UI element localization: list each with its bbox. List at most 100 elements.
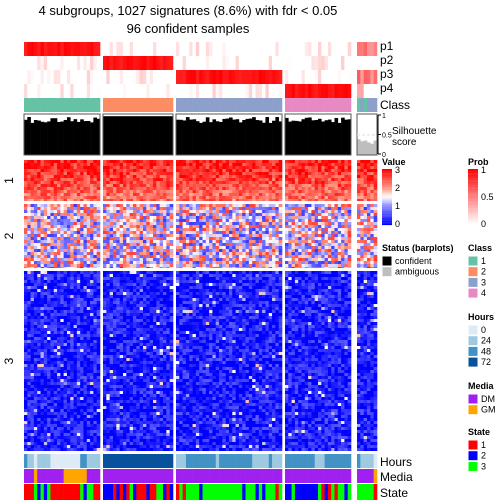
- heatmap-cell: [96, 352, 101, 356]
- heatmap-cell: [133, 184, 137, 188]
- heatmap-cell: [182, 448, 187, 451]
- heatmap-cell: [156, 436, 160, 440]
- heatmap-cell: [43, 175, 48, 179]
- heatmap-cell: [83, 274, 88, 278]
- heatmap-cell: [133, 409, 137, 413]
- heatmap-cell: [50, 415, 55, 419]
- heatmap-cell: [63, 231, 68, 235]
- heatmap-cell: [163, 403, 167, 407]
- heatmap-cell: [129, 196, 134, 200]
- heatmap-cell: [109, 280, 114, 284]
- heatmap-cell: [123, 243, 127, 247]
- heatmap-cell: [126, 379, 130, 383]
- heatmap-cell: [126, 349, 130, 353]
- heatmap-cell: [27, 271, 31, 275]
- heatmap-cell: [86, 184, 91, 188]
- heatmap-cell: [50, 436, 55, 440]
- heatmap-cell: [109, 181, 114, 185]
- heatmap-cell: [133, 199, 137, 201]
- heatmap-cell: [119, 187, 124, 191]
- heatmap-cell: [63, 415, 68, 419]
- heatmap-cell: [116, 337, 120, 341]
- heatmap-cell: [133, 234, 137, 238]
- heatmap-cell: [139, 448, 144, 451]
- heatmap-cell: [57, 178, 61, 182]
- heatmap-cell: [185, 286, 190, 290]
- media-cell: [113, 469, 117, 483]
- silhouette-bar: [70, 121, 74, 155]
- prob-cell-p2: [109, 56, 114, 70]
- heatmap-cell: [43, 400, 48, 404]
- heatmap-cell: [126, 343, 130, 347]
- heatmap-cell: [76, 349, 81, 353]
- heatmap-cell: [47, 340, 51, 344]
- heatmap-cell: [27, 255, 31, 259]
- heatmap-cell: [179, 172, 183, 176]
- class-cell: [30, 98, 35, 112]
- heatmap-cell: [149, 234, 154, 238]
- heatmap-cell: [133, 421, 137, 425]
- heatmap-cell: [176, 337, 180, 341]
- heatmap-cell: [76, 322, 81, 326]
- heatmap-cell: [66, 346, 71, 350]
- heatmap-cell: [139, 397, 144, 401]
- heatmap-cell: [109, 193, 114, 197]
- heatmap-cell: [73, 313, 78, 317]
- media-cell: [149, 469, 154, 483]
- heatmap-cell: [109, 231, 114, 235]
- heatmap-cell: [116, 283, 120, 287]
- heatmap-cell: [80, 343, 84, 347]
- heatmap-cell: [163, 204, 167, 208]
- heatmap-cell: [126, 169, 130, 173]
- heatmap-cell: [123, 334, 127, 338]
- heatmap-cell: [53, 255, 58, 259]
- heatmap-cell: [146, 172, 150, 176]
- heatmap-cell: [123, 307, 127, 311]
- heatmap-cell: [40, 331, 45, 335]
- heatmap-cell: [166, 199, 170, 201]
- heatmap-cell: [70, 316, 74, 320]
- heatmap-cell: [53, 277, 58, 281]
- heatmap-cell: [182, 430, 187, 434]
- heatmap-cell: [80, 274, 84, 278]
- heatmap-cell: [37, 415, 41, 419]
- heatmap-cell: [86, 228, 91, 232]
- heatmap-cell: [182, 379, 187, 383]
- heatmap-cell: [185, 313, 190, 317]
- heatmap-cell: [159, 249, 164, 253]
- heatmap-cell: [37, 313, 41, 317]
- heatmap-cell: [50, 166, 55, 170]
- heatmap-cell: [182, 415, 187, 419]
- prob-cell-p2: [106, 56, 110, 70]
- heatmap-cell: [60, 255, 64, 259]
- heatmap-cell: [96, 334, 101, 338]
- heatmap-cell: [86, 181, 91, 185]
- prob-cell-p2: [159, 56, 164, 70]
- heatmap-cell: [24, 445, 28, 449]
- heatmap-cell: [116, 340, 120, 344]
- heatmap-cell: [179, 436, 183, 440]
- heatmap-cell: [37, 349, 41, 353]
- heatmap-cell: [47, 292, 51, 296]
- state-cell: [109, 484, 114, 500]
- heatmap-cell: [126, 442, 130, 446]
- heatmap-cell: [182, 184, 187, 188]
- heatmap-cell: [103, 178, 107, 182]
- heatmap-cell: [83, 234, 88, 238]
- heatmap-cell: [70, 412, 74, 416]
- heatmap-cell: [53, 343, 58, 347]
- heatmap-cell: [40, 400, 45, 404]
- heatmap-cell: [166, 231, 170, 235]
- heatmap-cell: [60, 415, 64, 419]
- heatmap-cell: [156, 187, 160, 191]
- heatmap-cell: [133, 394, 137, 398]
- heatmap-cell: [53, 385, 58, 389]
- heatmap-cell: [83, 207, 88, 211]
- heatmap-cell: [113, 243, 117, 247]
- heatmap-cell: [129, 325, 134, 329]
- heatmap-cell: [90, 364, 94, 368]
- heatmap-cell: [106, 178, 110, 182]
- heatmap-cell: [139, 346, 144, 350]
- hours-cell: [119, 454, 124, 468]
- heatmap-cell: [182, 367, 187, 371]
